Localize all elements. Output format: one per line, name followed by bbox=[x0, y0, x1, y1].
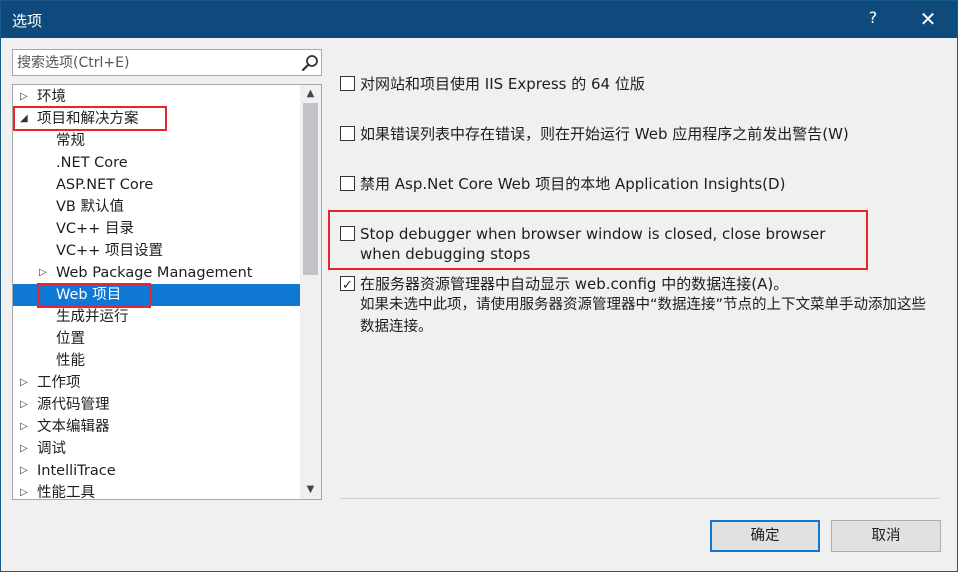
collapsed-arrow-icon[interactable]: ▷ bbox=[20, 86, 28, 108]
checkbox-disable-app-insights[interactable] bbox=[340, 176, 355, 191]
option-label: 对网站和项目使用 IIS Express 的 64 位版 bbox=[360, 75, 645, 93]
tree-item[interactable]: 位置 bbox=[13, 328, 300, 350]
help-button[interactable]: ? bbox=[861, 8, 885, 27]
tree-item[interactable]: ▷ IntelliTrace bbox=[13, 460, 300, 482]
collapsed-arrow-icon[interactable]: ▷ bbox=[20, 460, 28, 482]
tree-item-label: VB 默认值 bbox=[56, 199, 124, 215]
collapsed-arrow-icon[interactable]: ▷ bbox=[20, 394, 28, 416]
tree-item[interactable]: .NET Core bbox=[13, 152, 300, 174]
options-dialog: 选项 ? ✕ ▷环境◢项目和解决方案常规.NET CoreASP.NET Cor… bbox=[0, 0, 958, 572]
tree-item-label: IntelliTrace bbox=[37, 463, 116, 479]
checkbox-show-data-connections[interactable]: ✓ bbox=[340, 276, 355, 293]
tree-item-label: Web Package Management bbox=[56, 265, 253, 281]
scroll-up-icon[interactable]: ▲ bbox=[300, 85, 321, 103]
checkbox-stop-debugger[interactable] bbox=[340, 226, 355, 241]
option-label: Stop debugger when browser window is clo… bbox=[360, 225, 826, 263]
tree-item[interactable]: 常规 bbox=[13, 130, 300, 152]
ok-button[interactable]: 确定 bbox=[710, 520, 820, 552]
collapsed-arrow-icon[interactable]: ▷ bbox=[20, 482, 28, 499]
tree-item-label: .NET Core bbox=[56, 155, 128, 171]
option-label: 在服务器资源管理器中自动显示 web.config 中的数据连接(A)。 bbox=[360, 275, 789, 293]
tree-item[interactable]: 生成并运行 bbox=[13, 306, 300, 328]
tree-item-label: 源代码管理 bbox=[37, 397, 110, 413]
tree-item[interactable]: ▷ 调试 bbox=[13, 438, 300, 460]
tree-item-label: 调试 bbox=[37, 441, 66, 457]
tree-item-label: 环境 bbox=[37, 89, 66, 105]
tree-item[interactable]: ▷ 工作项 bbox=[13, 372, 300, 394]
search-box bbox=[12, 49, 322, 76]
tree-item[interactable]: ▷ 性能工具 bbox=[13, 482, 300, 500]
tree-item-label: 性能 bbox=[56, 353, 85, 369]
tree-item[interactable]: ▷ Web Package Management bbox=[13, 262, 300, 284]
tree-item[interactable]: ▷ 源代码管理 bbox=[13, 394, 300, 416]
option-description: 如果未选中此项，请使用服务器资源管理器中“数据连接”节点的上下文菜单手动添加这些… bbox=[360, 297, 927, 335]
tree-scrollbar[interactable]: ▲ ▼ bbox=[300, 85, 321, 499]
tree-item-label: 常规 bbox=[56, 133, 85, 149]
option-label: 禁用 Asp.Net Core Web 项目的本地 Application In… bbox=[360, 175, 786, 193]
window-title: 选项 bbox=[12, 12, 43, 30]
tree-item[interactable]: ASP.NET Core bbox=[13, 174, 300, 196]
search-icon[interactable] bbox=[300, 53, 320, 73]
tree-item[interactable]: ▷ 环境 bbox=[13, 86, 300, 108]
collapsed-arrow-icon[interactable]: ▷ bbox=[20, 372, 28, 394]
tree-item-label: 生成并运行 bbox=[56, 309, 129, 325]
title-bar: 选项 ? ✕ bbox=[1, 1, 957, 38]
tree-item-label: 工作项 bbox=[37, 375, 81, 391]
tree-item-label: ASP.NET Core bbox=[56, 177, 154, 193]
tree-item-label: 性能工具 bbox=[37, 485, 95, 500]
check-icon: ✓ bbox=[342, 278, 353, 293]
tree-item[interactable]: VC++ 项目设置 bbox=[13, 240, 300, 262]
tree-item-label: VC++ 项目设置 bbox=[56, 243, 163, 259]
collapsed-arrow-icon[interactable]: ▷ bbox=[20, 416, 28, 438]
tree-item[interactable]: VC++ 目录 bbox=[13, 218, 300, 240]
option-label: 如果错误列表中存在错误，则在开始运行 Web 应用程序之前发出警告(W) bbox=[360, 125, 849, 143]
scroll-thumb[interactable] bbox=[303, 103, 318, 275]
highlight-web-projects bbox=[37, 283, 151, 308]
collapsed-arrow-icon[interactable]: ▷ bbox=[20, 438, 28, 460]
tree-item[interactable]: VB 默认值 bbox=[13, 196, 300, 218]
checkbox-iis-express-64[interactable] bbox=[340, 76, 355, 91]
cancel-button[interactable]: 取消 bbox=[831, 520, 941, 552]
divider bbox=[340, 498, 939, 499]
search-input[interactable] bbox=[13, 50, 293, 75]
tree-item-label: VC++ 目录 bbox=[56, 221, 134, 237]
highlight-projects-solutions bbox=[13, 106, 167, 131]
tree-item-label: 文本编辑器 bbox=[37, 419, 110, 435]
collapsed-arrow-icon[interactable]: ▷ bbox=[39, 262, 47, 284]
close-button[interactable]: ✕ bbox=[913, 6, 943, 32]
tree-item-label: 位置 bbox=[56, 331, 85, 347]
tree-item[interactable]: 性能 bbox=[13, 350, 300, 372]
tree-item[interactable]: ▷ 文本编辑器 bbox=[13, 416, 300, 438]
checkbox-warn-errors[interactable] bbox=[340, 126, 355, 141]
scroll-down-icon[interactable]: ▼ bbox=[300, 481, 321, 499]
